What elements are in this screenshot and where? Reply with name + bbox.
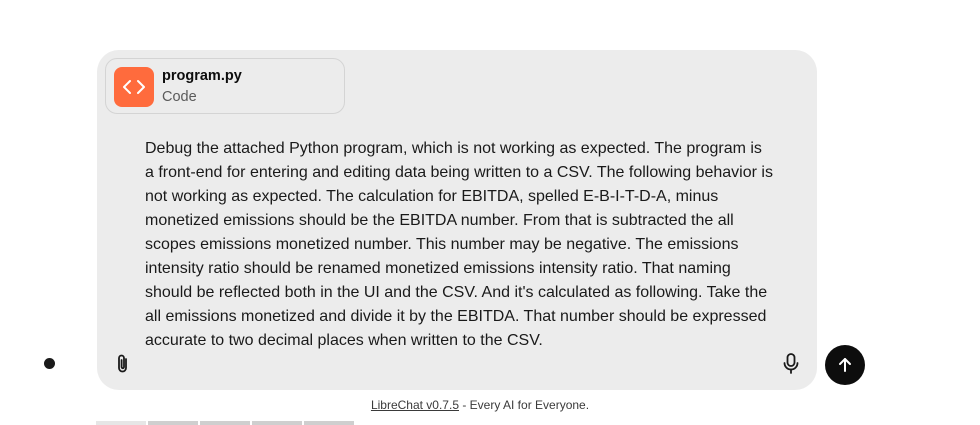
message-composer: program.py Code Debug the attached Pytho… <box>97 50 817 390</box>
librechat-version-link[interactable]: LibreChat v0.7.5 <box>371 398 459 412</box>
microphone-icon <box>783 353 799 374</box>
microphone-button[interactable] <box>777 350 805 378</box>
attach-file-button[interactable] <box>109 350 137 378</box>
status-dot <box>44 358 55 369</box>
footer: LibreChat v0.7.5 - Every AI for Everyone… <box>0 398 960 412</box>
file-attachment-card[interactable]: program.py Code <box>105 58 345 114</box>
footer-tagline: - Every AI for Everyone. <box>459 398 590 412</box>
arrow-up-icon <box>839 358 851 372</box>
file-type: Code <box>162 89 197 105</box>
chat-page: program.py Code Debug the attached Pytho… <box>0 0 980 425</box>
send-button[interactable] <box>825 345 865 385</box>
bottom-scroll-strip <box>96 421 354 425</box>
message-input[interactable]: Debug the attached Python program, which… <box>145 137 775 353</box>
code-icon <box>114 67 154 107</box>
paperclip-icon <box>118 354 127 373</box>
file-name: program.py <box>162 68 242 84</box>
